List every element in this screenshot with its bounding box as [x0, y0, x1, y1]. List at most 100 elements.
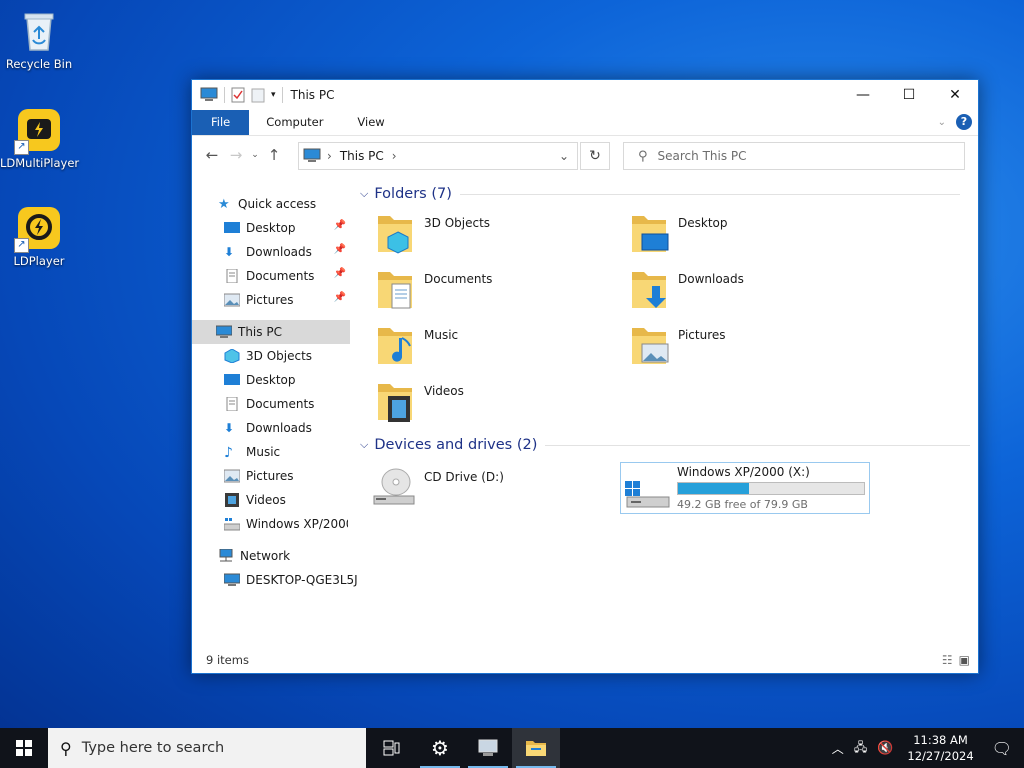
- status-item-count: 9 items: [206, 653, 249, 667]
- folder-label: Desktop: [678, 216, 728, 230]
- pin-icon[interactable]: 📌: [334, 268, 346, 279]
- sidebar-item-3d-objects[interactable]: 3D Objects: [224, 344, 312, 368]
- folder-downloads[interactable]: Downloads: [630, 268, 870, 320]
- taskbar-search-box[interactable]: ⚲ Type here to search: [48, 728, 366, 768]
- pin-icon[interactable]: 📌: [334, 220, 346, 231]
- chevron-down-icon[interactable]: ⌵: [360, 438, 368, 452]
- sidebar-item-desktop-pinned[interactable]: Desktop 📌: [224, 216, 350, 240]
- drives-section-header[interactable]: ⌵ Devices and drives (2): [360, 437, 970, 453]
- notification-icon[interactable]: 🗨: [982, 739, 1024, 758]
- computer-icon: [478, 739, 498, 756]
- taskbar-app-settings[interactable]: ⚙: [416, 728, 464, 768]
- tab-file[interactable]: File: [192, 110, 250, 135]
- taskbar-app-computer[interactable]: [464, 728, 512, 768]
- computer-icon: [224, 573, 240, 586]
- file-explorer-window: ▾ This PC — ☐ ✕ File Computer View ⌄ ? ←…: [191, 79, 979, 674]
- sidebar-item-downloads-pinned[interactable]: ⬇ Downloads 📌: [224, 240, 350, 264]
- pin-icon[interactable]: 📌: [334, 244, 346, 255]
- chevron-down-icon[interactable]: ⌵: [360, 187, 368, 201]
- sidebar-item-pictures[interactable]: Pictures: [224, 464, 294, 488]
- sidebar-item-label: 3D Objects: [246, 349, 313, 363]
- sidebar-item-computer[interactable]: DESKTOP-QGE3L5J: [224, 568, 358, 592]
- folder-music[interactable]: Music: [376, 324, 616, 376]
- breadcrumb-separator-icon[interactable]: ›: [392, 149, 397, 163]
- folder-3d-objects[interactable]: 3D Objects: [376, 212, 616, 264]
- task-view-button[interactable]: [368, 728, 416, 768]
- drive-label: CD Drive (D:): [424, 470, 504, 484]
- sidebar-item-documents[interactable]: Documents: [224, 392, 314, 416]
- folders-section-header[interactable]: ⌵ Folders (7): [360, 186, 960, 202]
- recent-locations-button[interactable]: ⌄: [248, 150, 262, 160]
- sidebar-item-label: Documents: [246, 269, 315, 283]
- large-icons-view-icon[interactable]: ▣: [959, 653, 970, 667]
- customize-quick-access-icon[interactable]: ▾: [271, 90, 276, 100]
- taskbar-search-input[interactable]: Type here to search: [82, 740, 225, 756]
- address-bar[interactable]: › This PC › ⌄: [298, 142, 578, 170]
- up-button[interactable]: ↑: [262, 146, 286, 164]
- pictures-icon: [224, 469, 240, 483]
- folder-pictures[interactable]: Pictures: [630, 324, 870, 376]
- sidebar-item-pictures-pinned[interactable]: Pictures 📌: [224, 288, 350, 312]
- sidebar-item-quick-access[interactable]: ★ Quick access: [218, 192, 316, 216]
- folder-documents[interactable]: Documents: [376, 268, 616, 320]
- sidebar-item-documents-pinned[interactable]: Documents 📌: [224, 264, 350, 288]
- new-folder-icon[interactable]: [251, 87, 265, 103]
- drive-windows-xp[interactable]: Windows XP/2000 (X:) 49.2 GB free of 79.…: [620, 462, 870, 514]
- network-icon: [219, 549, 233, 562]
- network-icon[interactable]: 🖧: [850, 738, 871, 759]
- close-button[interactable]: ✕: [932, 80, 978, 110]
- desktop-icon-ldplayer[interactable]: ↗ LDPlayer: [0, 205, 78, 268]
- address-dropdown-icon[interactable]: ⌄: [559, 149, 569, 163]
- clock-date: 12/27/2024: [907, 749, 974, 763]
- system-tray: ︿ 🖧 🔇 11:38 AM 12/27/2024 🗨: [826, 728, 1024, 768]
- volume-muted-icon[interactable]: 🔇: [871, 741, 899, 756]
- help-icon[interactable]: ?: [956, 114, 972, 130]
- back-button[interactable]: ←: [200, 146, 224, 164]
- sidebar-item-desktop[interactable]: Desktop: [224, 368, 296, 392]
- title-bar[interactable]: ▾ This PC — ☐ ✕: [192, 80, 978, 110]
- tab-view[interactable]: View: [340, 110, 401, 135]
- content-pane: ⌵ Folders (7) 3D Objects Desktop Documen…: [350, 174, 978, 644]
- desktop-icon-ldmultiplayer[interactable]: ↗ LDMultiPlayer: [0, 107, 79, 170]
- taskbar-app-file-explorer[interactable]: [512, 728, 560, 768]
- windows-drive-icon: [625, 481, 670, 508]
- chevron-up-icon[interactable]: ︿: [826, 740, 850, 757]
- search-box[interactable]: ⚲ Search This PC: [623, 142, 965, 170]
- sidebar-item-label: Videos: [246, 493, 286, 507]
- breadcrumb-separator-icon[interactable]: ›: [327, 149, 332, 163]
- desktop-icon-recycle-bin[interactable]: Recycle Bin: [0, 8, 78, 71]
- this-pc-icon: [216, 325, 232, 338]
- maximize-button[interactable]: ☐: [886, 80, 932, 110]
- sidebar-item-label: Documents: [246, 397, 315, 411]
- forward-button[interactable]: →: [224, 146, 248, 164]
- details-view-icon[interactable]: ☷: [942, 653, 953, 667]
- drive-usage-fill: [678, 483, 750, 494]
- refresh-button[interactable]: ↻: [580, 142, 610, 170]
- sidebar-item-this-pc[interactable]: This PC: [192, 320, 350, 344]
- clock[interactable]: 11:38 AM 12/27/2024: [899, 732, 981, 764]
- expand-ribbon-icon[interactable]: ⌄: [938, 117, 946, 128]
- pictures-folder-icon: [630, 324, 670, 368]
- search-input[interactable]: Search This PC: [658, 149, 747, 163]
- sidebar-item-label: Music: [246, 445, 281, 459]
- shortcut-arrow-icon: ↗: [14, 140, 29, 155]
- sidebar-item-network[interactable]: Network: [218, 544, 290, 568]
- recycle-bin-label: Recycle Bin: [5, 57, 73, 71]
- desktop-icon: [224, 374, 240, 385]
- folder-videos[interactable]: Videos: [376, 380, 616, 432]
- sidebar-item-downloads[interactable]: ⬇ Downloads: [224, 416, 312, 440]
- sidebar-item-videos[interactable]: Videos: [224, 488, 286, 512]
- drive-icon: [224, 518, 240, 531]
- tab-computer[interactable]: Computer: [249, 110, 340, 135]
- pin-icon[interactable]: 📌: [334, 292, 346, 303]
- breadcrumb-this-pc[interactable]: This PC: [340, 149, 384, 163]
- sidebar-item-windows-drive[interactable]: Windows XP/2000 (: [224, 512, 348, 536]
- downloads-folder-icon: [630, 268, 670, 312]
- drive-cd[interactable]: CD Drive (D:): [372, 466, 612, 516]
- minimize-button[interactable]: —: [840, 80, 886, 110]
- properties-icon[interactable]: [231, 87, 245, 103]
- folder-desktop[interactable]: Desktop: [630, 212, 870, 264]
- downloads-icon: ⬇: [224, 421, 235, 435]
- sidebar-item-music[interactable]: ♪ Music: [224, 440, 280, 464]
- start-button[interactable]: [0, 728, 48, 768]
